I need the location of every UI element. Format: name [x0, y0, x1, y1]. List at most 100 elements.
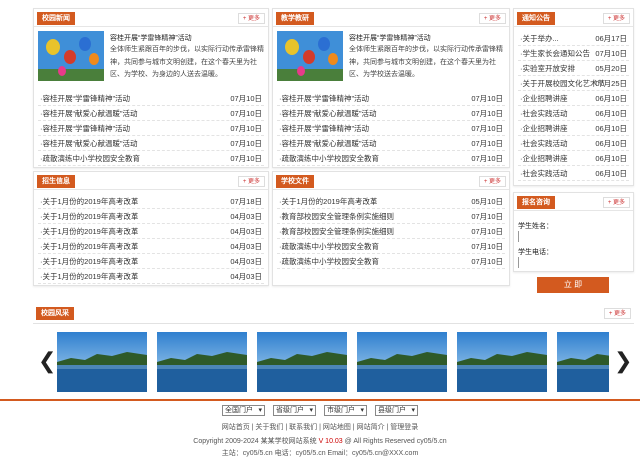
- list-item[interactable]: ·实验室开放安排 05月20日: [518, 61, 629, 76]
- list-item[interactable]: ·关于1月份的2019年高考改革 04月03日: [38, 209, 264, 224]
- list-item-title[interactable]: ·关于1月份的2019年高考改革: [40, 269, 138, 283]
- list-item[interactable]: ·企业招聘讲座 06月10日: [518, 121, 629, 136]
- list-item[interactable]: ·关于1月份的2019年高考改革 07月18日: [38, 194, 264, 209]
- list-item-title[interactable]: ·教育部校园安全管理条例实施细则: [279, 209, 394, 223]
- list-item[interactable]: ·关于1月份的2019年高考改革 04月03日: [38, 239, 264, 254]
- notice-more-link[interactable]: + 更多: [602, 13, 630, 24]
- list-item-title[interactable]: ·关于1月份的2019年高考改革: [40, 254, 138, 268]
- list-item-title[interactable]: ·疏散演练中小学校园安全教育: [279, 254, 379, 268]
- list-item-title[interactable]: ·社会实践活动: [520, 166, 568, 180]
- gallery-image[interactable]: [557, 332, 609, 392]
- list-item[interactable]: ·容桂开展“献爱心献温暖”活动 07月10日: [277, 136, 505, 151]
- gallery-more-link[interactable]: + 更多: [603, 308, 631, 319]
- footer-link[interactable]: 管理登录: [390, 424, 418, 431]
- list-item[interactable]: ·关于1月份的2019年高考改革 04月03日: [38, 254, 264, 269]
- list-item-title[interactable]: ·企业招聘讲座: [520, 121, 568, 135]
- footer-link[interactable]: 网站首页: [222, 424, 250, 431]
- list-item-title[interactable]: ·社会实践活动: [520, 106, 568, 120]
- list-item-title[interactable]: ·疏散演练中小学校园安全教育: [40, 151, 140, 165]
- list-item[interactable]: ·教育部校园安全管理条例实施细则 07月10日: [277, 209, 505, 224]
- list-item[interactable]: ·容桂开展“学雷锋精神”活动 07月10日: [38, 121, 264, 136]
- list-item[interactable]: ·社会实践活动 06月10日: [518, 166, 629, 181]
- teaching-featured[interactable]: 容桂开展“学雷锋精神”活动 全体师生紧跟百年的步伐，以实际行动传承雷锋精神，共同…: [277, 31, 505, 83]
- list-item-date: 07月10日: [471, 227, 503, 236]
- list-item-title[interactable]: ·容桂开展“献爱心献温暖”活动: [279, 136, 377, 150]
- list-item-title[interactable]: ·社会实践活动: [520, 136, 568, 150]
- list-item[interactable]: ·疏散演练中小学校园安全教育 07月10日: [277, 239, 505, 254]
- list-item-title[interactable]: ·容桂开展“献爱心献温暖”活动: [40, 106, 138, 120]
- list-item-title[interactable]: ·关于1月份的2019年高考改革: [40, 224, 138, 238]
- news-featured-title[interactable]: 容桂开展“学雷锋精神”活动: [110, 33, 192, 43]
- submit-button[interactable]: 立 即: [537, 277, 609, 293]
- list-item[interactable]: ·容桂开展“献爱心献温暖”活动 07月10日: [277, 106, 505, 121]
- news-featured[interactable]: 容桂开展“学雷锋精神”活动 全体师生紧跟百年的步伐，以实际行动传承雷锋精神，共同…: [38, 31, 264, 83]
- list-item-title[interactable]: ·疏散演练中小学校园安全教育: [279, 151, 379, 165]
- portal-select[interactable]: 省级门户: [273, 405, 316, 416]
- gallery-image[interactable]: [57, 332, 147, 392]
- list-item-title[interactable]: ·实验室开放安排: [520, 61, 575, 75]
- list-item[interactable]: ·企业招聘讲座 06月10日: [518, 91, 629, 106]
- list-item-title[interactable]: ·关于1月份的2019年高考改革: [40, 194, 138, 208]
- portal-select[interactable]: 全国门户: [222, 405, 265, 416]
- list-item-title[interactable]: ·关于1月份的2019年高考改革: [279, 194, 377, 208]
- signup-more-link[interactable]: + 更多: [602, 197, 630, 208]
- gallery-image[interactable]: [257, 332, 347, 392]
- list-item[interactable]: ·关于举办... 06月17日: [518, 31, 629, 46]
- docs-more-link[interactable]: + 更多: [478, 176, 506, 187]
- list-item-title[interactable]: ·学生家长会通知公告: [520, 46, 590, 60]
- list-item-title[interactable]: ·关于开展校园文化艺术节的通知公告: [520, 76, 605, 90]
- list-item-title[interactable]: ·关于举办...: [520, 31, 559, 45]
- list-item[interactable]: ·疏散演练中小学校园安全教育 07月10日: [38, 151, 264, 166]
- list-item-title[interactable]: ·企业招聘讲座: [520, 91, 568, 105]
- list-item-title[interactable]: ·教育部校园安全管理条例实施细则: [279, 224, 394, 238]
- list-item-title[interactable]: ·疏散演练中小学校园安全教育: [279, 239, 379, 253]
- list-item-title[interactable]: ·容桂开展“学雷锋精神”活动: [40, 121, 130, 135]
- list-item[interactable]: ·社会实践活动 06月10日: [518, 106, 629, 121]
- list-item-title[interactable]: ·企业招聘讲座: [520, 151, 568, 165]
- balloons-thumbnail[interactable]: [277, 31, 343, 81]
- list-item-title[interactable]: ·关于1月份的2019年高考改革: [40, 209, 138, 223]
- news-more-link[interactable]: + 更多: [237, 13, 265, 24]
- footer-link[interactable]: 联系我们: [289, 424, 317, 431]
- list-item[interactable]: ·社会实践活动 06月10日: [518, 136, 629, 151]
- list-item-title[interactable]: ·容桂开展“学雷锋精神”活动: [40, 91, 130, 105]
- list-item[interactable]: ·关于1月份的2019年高考改革 05月10日: [277, 194, 505, 209]
- list-item-date: 05月10日: [471, 197, 503, 206]
- student-name-field[interactable]: [518, 231, 519, 242]
- list-item[interactable]: ·容桂开展“学雷锋精神”活动 07月10日: [277, 91, 505, 106]
- list-item[interactable]: ·容桂开展“献爱心献温暖”活动 07月10日: [38, 136, 264, 151]
- list-item[interactable]: ·教育部校园安全管理条例实施细则 07月10日: [277, 224, 505, 239]
- list-item[interactable]: ·容桂开展“学雷锋精神”活动 07月10日: [277, 121, 505, 136]
- gallery-next-arrow[interactable]: ❯: [614, 350, 632, 372]
- portal-select[interactable]: 市级门户: [324, 405, 367, 416]
- footer-link[interactable]: 网站地图: [323, 424, 351, 431]
- list-item[interactable]: ·关于1月份的2019年高考改革 04月03日: [38, 269, 264, 284]
- list-item[interactable]: ·容桂开展“献爱心献温暖”活动 07月10日: [38, 106, 264, 121]
- news-header: 校园新闻 + 更多: [34, 9, 268, 27]
- gallery-prev-arrow[interactable]: ❮: [38, 350, 56, 372]
- list-item-title[interactable]: ·容桂开展“学雷锋精神”活动: [279, 91, 369, 105]
- list-item-title[interactable]: ·容桂开展“学雷锋精神”活动: [279, 121, 369, 135]
- gallery-image[interactable]: [357, 332, 447, 392]
- student-phone-field[interactable]: [518, 257, 519, 268]
- list-item[interactable]: ·学生家长会通知公告 07月10日: [518, 46, 629, 61]
- notice-list: ·关于举办... 06月17日 ·学生家长会通知公告 07月10日 ·实验室开放安排 05…: [518, 31, 629, 181]
- list-item[interactable]: ·容桂开展“学雷锋精神”活动 07月10日: [38, 91, 264, 106]
- teaching-more-link[interactable]: + 更多: [478, 13, 506, 24]
- footer-link[interactable]: 网站简介: [357, 424, 385, 431]
- list-item-title[interactable]: ·容桂开展“献爱心献温暖”活动: [279, 106, 377, 120]
- portal-select[interactable]: 县级门户: [375, 405, 418, 416]
- teaching-featured-title[interactable]: 容桂开展“学雷锋精神”活动: [349, 33, 431, 43]
- list-item[interactable]: ·疏散演练中小学校园安全教育 07月10日: [277, 151, 505, 166]
- admissions-more-link[interactable]: + 更多: [237, 176, 265, 187]
- balloons-thumbnail[interactable]: [38, 31, 104, 81]
- list-item[interactable]: ·关于开展校园文化艺术节的通知公告07月25日: [518, 76, 629, 91]
- list-item[interactable]: ·企业招聘讲座 06月10日: [518, 151, 629, 166]
- gallery-image[interactable]: [457, 332, 547, 392]
- gallery-image[interactable]: [157, 332, 247, 392]
- list-item-title[interactable]: ·容桂开展“献爱心献温暖”活动: [40, 136, 138, 150]
- list-item[interactable]: ·关于1月份的2019年高考改革 04月03日: [38, 224, 264, 239]
- list-item-title[interactable]: ·关于1月份的2019年高考改革: [40, 239, 138, 253]
- footer-link[interactable]: 关于我们: [255, 424, 283, 431]
- list-item[interactable]: ·疏散演练中小学校园安全教育 07月10日: [277, 254, 505, 269]
